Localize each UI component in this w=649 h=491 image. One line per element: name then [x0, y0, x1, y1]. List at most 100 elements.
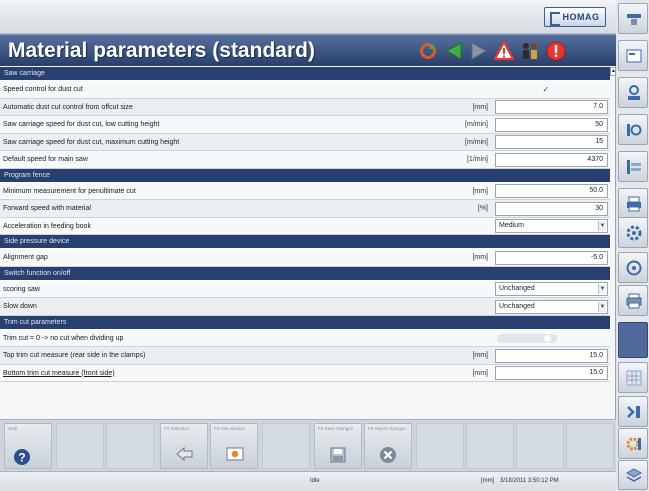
param-label: Trim cut = 0 -> no cut when dividing up [3, 334, 124, 342]
dust-cut-offcut-size-input[interactable]: 7.0 [495, 100, 608, 114]
param-label: Automatic dust cut control from offcut s… [3, 103, 133, 111]
param-row: Trim cut = 0 -> no cut when dividing up [0, 329, 610, 347]
section-switch-function: Switch function on/off [0, 266, 610, 281]
reject-changes-button[interactable]: F6 Reject changes [364, 423, 412, 469]
bottom-trim-cut-input[interactable]: 15.0 [495, 366, 608, 380]
toolbar-slot-empty [516, 423, 564, 469]
chevron-down-icon[interactable]: ▼ [598, 221, 606, 231]
status-bar: Idle [mm] 3/18/2011 3:50:12 PM [0, 471, 616, 491]
grid-icon [626, 370, 642, 386]
select-value: Medium [499, 222, 524, 229]
help-button[interactable]: Help ? [4, 423, 52, 469]
arrow-right-icon[interactable] [469, 41, 489, 61]
warning-icon[interactable] [494, 41, 514, 61]
speed-control-checkbox[interactable]: ✓ [540, 84, 552, 95]
save-changes-label: F5 Save changes [318, 426, 354, 431]
emergency-stop-icon[interactable] [546, 41, 566, 61]
sidebar-settings-button[interactable] [618, 217, 648, 248]
slow-down-select[interactable]: Unchanged ▼ [495, 299, 608, 314]
param-unit: [mm] [472, 187, 488, 195]
sidebar-grid-button[interactable] [618, 362, 648, 393]
param-label: Acceleration in feeding book [3, 222, 91, 230]
param-label: Saw carriage speed for dust cut, low cut… [3, 121, 160, 128]
toolbar-slot-empty [566, 423, 614, 469]
sidebar-operator-button[interactable] [618, 77, 648, 108]
param-row: Bottom trim cut measure (front side) [mm… [0, 364, 610, 382]
io-icon [627, 124, 642, 136]
reject-icon [380, 447, 396, 463]
sidebar-print-button[interactable] [618, 285, 648, 316]
scoring-saw-select[interactable]: Unchanged ▼ [495, 282, 608, 296]
machine-icon [627, 14, 641, 25]
select-value: Unchanged [499, 302, 535, 310]
section-trim-cut: Trim cut parameters [0, 315, 610, 330]
trim-cut-toggle[interactable] [497, 333, 557, 343]
status-unit: [mm] [481, 478, 495, 484]
dust-cut-low-height-speed-input[interactable]: 50 [495, 117, 608, 132]
dust-cut-max-height-speed-input[interactable]: 15 [495, 135, 608, 149]
arrow-back-icon [176, 446, 193, 462]
min-penultimate-cut-input[interactable]: 50.0 [495, 184, 608, 198]
select-value: Unchanged [499, 285, 535, 292]
save-icon [330, 447, 346, 463]
sidebar-tool-button[interactable] [618, 252, 648, 283]
top-trim-cut-input[interactable]: 15.0 [495, 348, 608, 363]
sidebar-interface-button[interactable] [618, 396, 648, 427]
print-icon [626, 293, 642, 309]
interface-icon [627, 406, 640, 418]
param-row: Saw carriage speed for dust cut, low cut… [0, 116, 610, 134]
acceleration-select[interactable]: Medium ▼ [495, 219, 608, 233]
sidebar-blank [618, 322, 648, 358]
param-unit: [m/min] [465, 121, 488, 128]
sidebar-printer-button[interactable] [618, 188, 648, 219]
top-bar: HOMAG [0, 0, 616, 34]
sidebar-machine-button[interactable] [618, 3, 648, 34]
selection-button[interactable]: F2 Selection [160, 423, 208, 469]
page-title: Material parameters (standard) [8, 39, 315, 62]
forward-speed-input[interactable]: 30 [495, 201, 608, 216]
sidebar-parameters-button[interactable] [618, 151, 648, 182]
sidebar-program-button[interactable] [618, 40, 648, 71]
param-row: Speed control for dust cut ✓ [0, 81, 610, 99]
printer-icon [627, 196, 641, 212]
svg-text:?: ? [18, 451, 25, 465]
main-saw-speed-input[interactable]: 4370 [495, 152, 608, 167]
param-unit: [mm] [472, 369, 488, 377]
arrow-left-icon[interactable] [444, 41, 464, 61]
chevron-down-icon[interactable]: ▼ [598, 284, 606, 294]
param-label: Minimum measurement for penultimate cut [3, 187, 136, 195]
chevron-down-icon[interactable]: ▼ [598, 301, 606, 312]
scroll-up-arrow[interactable]: ▲ [610, 67, 616, 76]
help-label: Help [8, 426, 18, 431]
param-unit: [1/min] [466, 156, 488, 163]
toolbar-slot-empty [262, 423, 310, 469]
param-row: Saw carriage speed for dust cut, maximum… [0, 133, 610, 151]
alignment-gap-input[interactable]: -5.0 [495, 250, 608, 265]
homag-logo: HOMAG [544, 7, 606, 27]
gear-icon [626, 225, 642, 241]
param-label: scoring saw [3, 285, 40, 293]
reject-changes-label: F6 Reject changes [368, 426, 406, 431]
sidebar-layers-button[interactable] [618, 460, 648, 490]
hint-window-button[interactable]: F3 Hint window [210, 423, 258, 469]
refresh-icon[interactable] [418, 41, 438, 61]
param-label: Top trim cut measure (rear side in the c… [3, 352, 146, 359]
save-changes-button[interactable]: F5 Save changes [314, 423, 362, 469]
param-row: Minimum measurement for penultimate cut … [0, 182, 610, 200]
help-icon: ? [14, 449, 30, 465]
right-sidebar [617, 0, 649, 491]
parameter-table: Saw carriage Speed control for dust cut … [0, 67, 610, 419]
param-unit: [mm] [472, 352, 488, 359]
title-bar: Material parameters (standard) [0, 34, 616, 66]
param-row: Top trim cut measure (rear side in the c… [0, 347, 610, 365]
param-row: Alignment gap [mm] -5.0 [0, 249, 610, 267]
param-row: scoring saw Unchanged ▼ [0, 280, 610, 298]
operators-icon[interactable] [520, 41, 540, 61]
status-mode: Idle [310, 478, 320, 484]
sidebar-service-button[interactable] [618, 428, 648, 459]
param-label: Bottom trim cut measure (front side) [3, 369, 115, 377]
sidebar-io-button[interactable] [618, 114, 648, 145]
param-row: Default speed for main saw [1/min] 4370 [0, 151, 610, 169]
param-row: Automatic dust cut control from offcut s… [0, 98, 610, 116]
status-datetime: 3/18/2011 3:50:12 PM [500, 478, 559, 484]
